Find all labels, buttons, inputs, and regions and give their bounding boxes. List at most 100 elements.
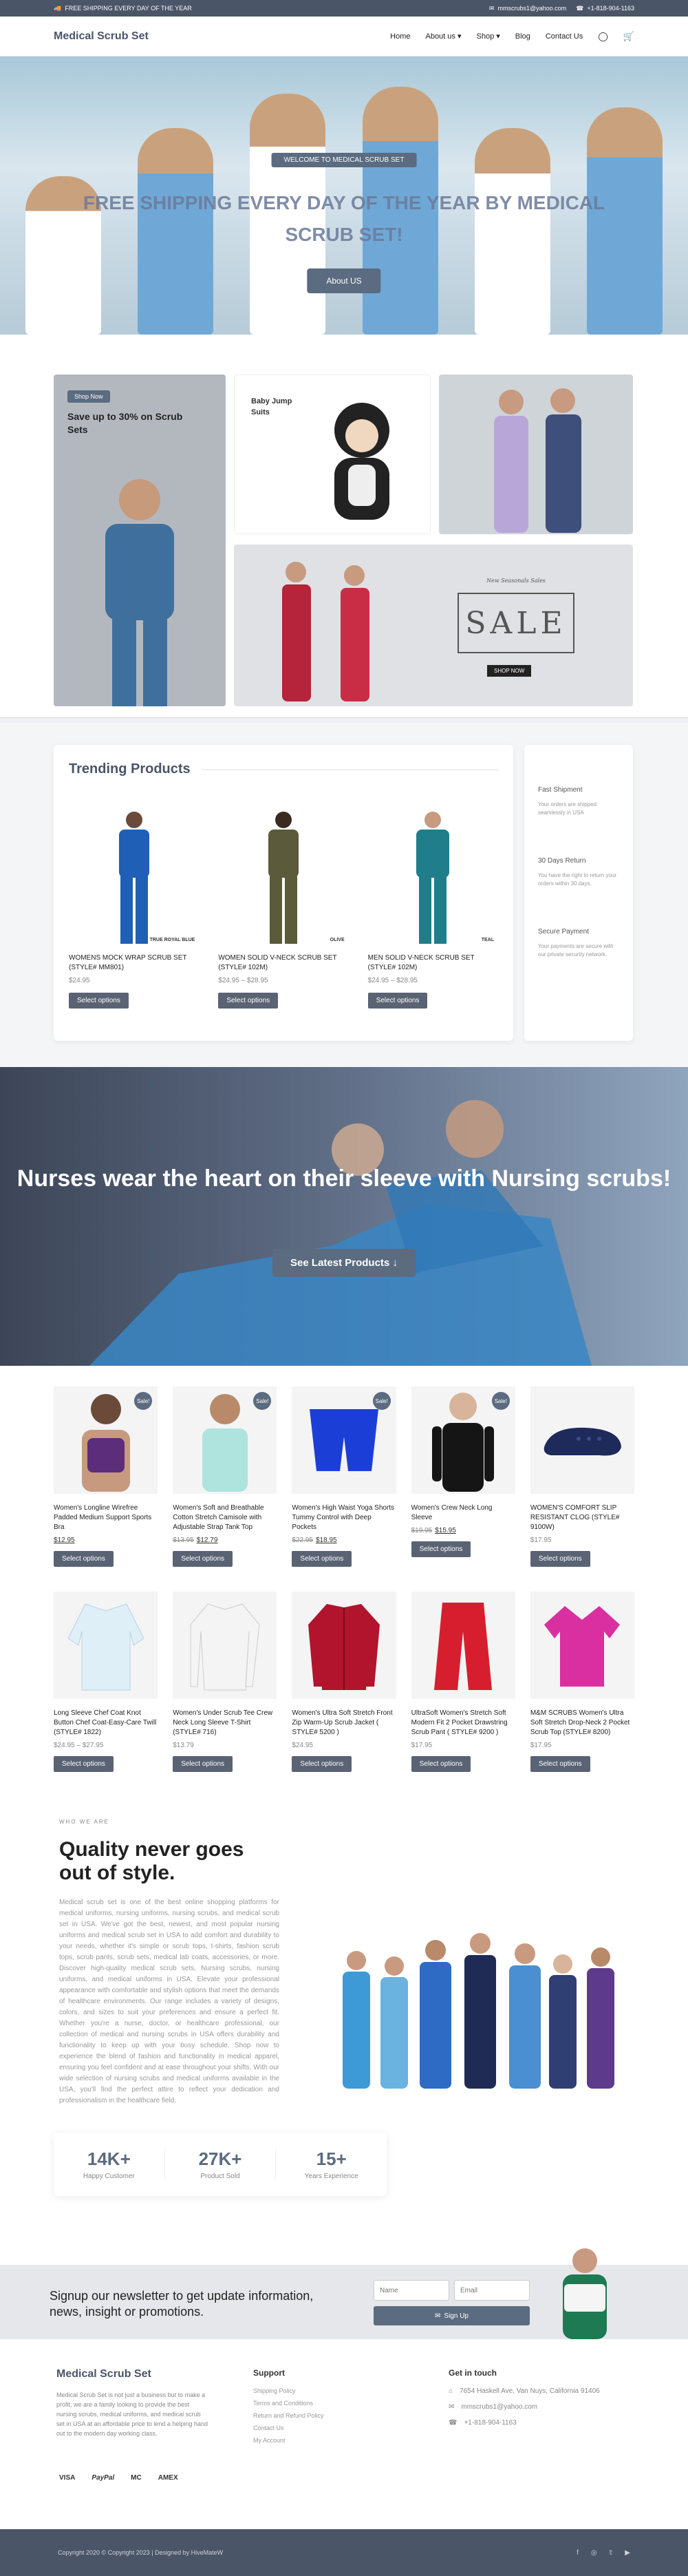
product-image[interactable] — [54, 1592, 158, 1699]
topbar-phone-link[interactable]: +1-818-904-1163 — [587, 5, 634, 12]
footer-phone[interactable]: ☎ +1-818-904-1163 — [449, 2419, 600, 2427]
select-options-button[interactable]: Select options — [530, 1756, 590, 1772]
select-options-button[interactable]: Select options — [173, 1551, 233, 1567]
scrub-sets-banner[interactable]: Shop Now Save up to 30% on Scrub Sets — [54, 374, 226, 706]
twitter-icon[interactable]: 𝕥 — [610, 2549, 613, 2557]
mail-icon: ✉ — [435, 2312, 441, 2320]
select-options-button[interactable]: Select options — [411, 1756, 471, 1772]
newsletter-email-input[interactable] — [454, 2280, 530, 2301]
product-price: $24.95 – $28.95 — [218, 977, 268, 984]
product-image[interactable] — [530, 1592, 635, 1699]
nurses-photo — [89, 1100, 592, 1366]
nav-contact[interactable]: Contact Us — [546, 32, 583, 41]
product-image[interactable]: TRUE ROYAL BLUE — [69, 796, 199, 945]
select-options-button[interactable]: Select options — [54, 1551, 114, 1567]
select-options-button[interactable]: Select options — [411, 1541, 471, 1557]
nav-shop[interactable]: Shop ▾ — [477, 32, 500, 41]
stat-products: 27K+ Product Sold — [165, 2149, 277, 2180]
select-options-button[interactable]: Select options — [530, 1551, 590, 1567]
current-price: $15.95 — [435, 1527, 456, 1534]
product-name[interactable]: Women's Crew Neck Long Sleeve — [411, 1503, 515, 1523]
products-grid: Sale! Women's Longline Wirefree Padded M… — [0, 1366, 688, 1804]
select-options-button[interactable]: Select options — [69, 993, 129, 1009]
product-name[interactable]: WOMENS MOCK WRAP SCRUB SET (STYLE# MM801… — [69, 953, 199, 973]
stat-label: Happy Customer — [83, 2173, 135, 2180]
user-account-icon[interactable]: ◯ — [598, 31, 608, 42]
quality-text: Medical scrub set is one of the best onl… — [59, 1899, 279, 2104]
paypal-icon: PayPal — [92, 2474, 115, 2482]
about-section: WHO WE ARE Quality never goes out of sty… — [0, 1804, 688, 2265]
current-price: $12.95 — [54, 1537, 75, 1544]
main-nav: Home About us ▾ Shop ▾ Blog Contact Us ◯… — [390, 31, 634, 42]
product-image[interactable] — [173, 1592, 277, 1699]
product-name[interactable]: Women's High Waist Yoga Shorts Tummy Con… — [292, 1503, 396, 1532]
product-price: $24.95 — [292, 1742, 313, 1749]
product-image[interactable]: Sale! — [173, 1386, 277, 1494]
see-latest-products-button[interactable]: See Latest Products ↓ — [272, 1249, 416, 1277]
footer-link-shipping[interactable]: Shipping Policy — [253, 2387, 324, 2394]
feature-text: You have the right to return your orders… — [538, 872, 616, 887]
footer-link-contact[interactable]: Contact Us — [253, 2425, 324, 2431]
product-name[interactable]: MEN SOLID V-NECK SCRUB SET (STYLE# 102M) — [368, 953, 498, 973]
product-image[interactable]: Sale! — [54, 1386, 158, 1494]
nav-blog[interactable]: Blog — [515, 32, 530, 41]
nav-home[interactable]: Home — [390, 32, 410, 41]
select-options-button[interactable]: Select options — [292, 1551, 352, 1567]
select-options-button[interactable]: Select options — [367, 993, 428, 1009]
product-name[interactable]: M&M SCRUBS Women's Ultra Soft Stretch Dr… — [530, 1709, 634, 1738]
product-price: $17.95 — [530, 1537, 634, 1544]
footer-link-account[interactable]: My Account — [253, 2437, 324, 2444]
product-image[interactable] — [530, 1386, 635, 1494]
product-image[interactable]: OLIVE — [218, 796, 348, 945]
sale-text: SALE — [465, 605, 567, 641]
product-image[interactable] — [411, 1592, 515, 1699]
select-options-button[interactable]: Select options — [218, 993, 279, 1009]
cart-icon[interactable]: 🛒 — [623, 31, 634, 42]
sale-box: New Seasonals Sales SALE — [458, 578, 574, 653]
product-name[interactable]: UltraSoft Women's Stretch Soft Modern Fi… — [411, 1709, 515, 1738]
contact-column: Get in touch ⌂ 7654 Haskell Ave, Van Nuys… — [449, 2368, 600, 2435]
product-image[interactable]: Sale! — [292, 1386, 396, 1494]
address-text: 7654 Haskell Ave, Van Nuys, California 9… — [460, 2387, 600, 2395]
stat-number: 15+ — [316, 2149, 347, 2169]
site-logo[interactable]: Medical Scrub Set — [54, 30, 149, 43]
product-name[interactable]: Women's Under Scrub Tee Crew Neck Long S… — [173, 1709, 277, 1738]
stats-card: 14K+ Happy Customer 27K+ Product Sold 15… — [54, 2133, 387, 2196]
footer-link-terms[interactable]: Terms and Conditions — [253, 2400, 324, 2407]
product-name[interactable]: Long Sleeve Chef Coat Knot Button Chef C… — [54, 1709, 158, 1738]
signup-button[interactable]: ✉ Sign Up — [374, 2306, 530, 2325]
nav-about[interactable]: About us ▾ — [425, 32, 461, 41]
shop-now-button[interactable]: Shop Now — [67, 390, 110, 403]
footer-logo[interactable]: Medical Scrub Set — [56, 2368, 151, 2380]
product-card: Sale! Women's High Waist Yoga Shorts Tum… — [292, 1386, 396, 1567]
footer-email[interactable]: ✉ mmscrubs1@yahoo.com — [449, 2403, 600, 2411]
product-price: $17.95 — [411, 1742, 433, 1749]
product-name[interactable]: Women's Ultra Soft Stretch Front Zip War… — [292, 1709, 396, 1738]
products-row: Sale! Women's Longline Wirefree Padded M… — [54, 1386, 635, 1567]
select-options-button[interactable]: Select options — [54, 1756, 114, 1772]
newsletter-name-input[interactable] — [374, 2280, 449, 2301]
youtube-icon[interactable]: ▶ — [625, 2549, 630, 2557]
product-image[interactable]: Sale! — [411, 1386, 515, 1494]
purple-scrubs-banner[interactable] — [439, 374, 633, 534]
product-card: M&M SCRUBS Women's Ultra Soft Stretch Dr… — [530, 1592, 635, 1772]
product-image[interactable] — [292, 1592, 396, 1699]
sale-banner[interactable]: New Seasonals Sales SALE SHOP NOW — [234, 545, 633, 706]
product-name[interactable]: Women's Soft and Breathable Cotton Stret… — [173, 1503, 277, 1532]
sale-shop-now-button[interactable]: SHOP NOW — [487, 665, 532, 677]
product-name[interactable]: WOMEN SOLID V-NECK SCRUB SET (STYLE# 102… — [218, 953, 348, 973]
stat-label: Years Experience — [304, 2173, 358, 2180]
baby-jumpsuit-banner[interactable]: Baby Jump Suits — [234, 374, 431, 534]
contact-title: Get in touch — [449, 2368, 497, 2378]
topbar-email-link[interactable]: mmscrubs1@yahoo.com — [497, 5, 566, 12]
facebook-icon[interactable]: f — [577, 2549, 579, 2557]
footer-link-returns[interactable]: Return and Refund Policy — [253, 2412, 324, 2419]
instagram-icon[interactable]: ◎ — [591, 2549, 597, 2557]
product-image[interactable]: TEAL — [368, 796, 498, 945]
about-us-button[interactable]: About US — [307, 268, 381, 293]
product-name[interactable]: Women's Longline Wirefree Padded Medium … — [54, 1503, 158, 1532]
product-name[interactable]: WOMEN'S COMFORT SLIP RESISTANT CLOG (STY… — [530, 1503, 634, 1532]
product-card: Sale! Women's Longline Wirefree Padded M… — [54, 1386, 158, 1567]
select-options-button[interactable]: Select options — [173, 1756, 233, 1772]
select-options-button[interactable]: Select options — [292, 1756, 352, 1772]
